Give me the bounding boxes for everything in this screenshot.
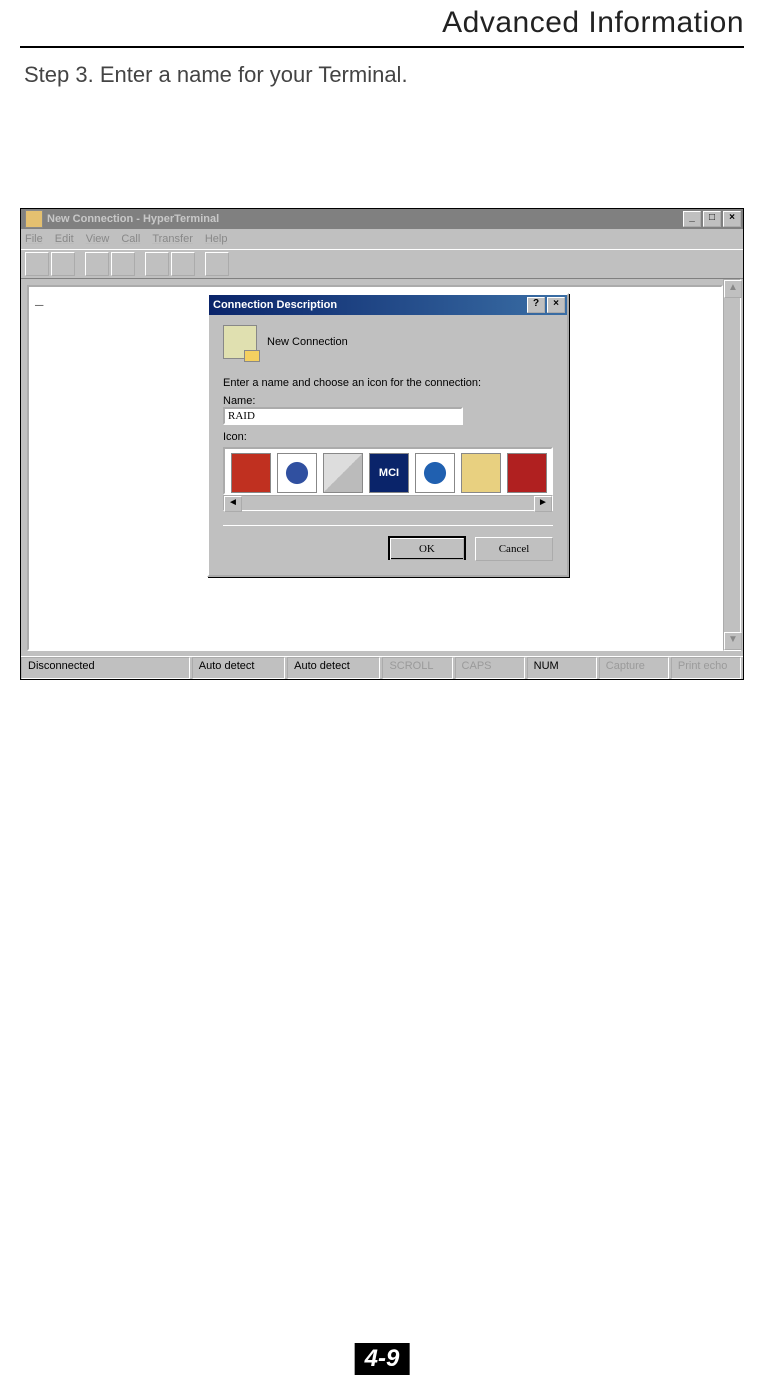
icon-option-phone[interactable]: [231, 453, 271, 493]
status-bar: Disconnected Auto detect Auto detect SCR…: [21, 656, 743, 679]
toolbar-hangup-icon[interactable]: [111, 252, 135, 276]
page-header-title: Advanced Information: [20, 6, 744, 40]
header-rule: [20, 46, 744, 48]
status-scroll: SCROLL: [382, 657, 452, 679]
terminal-cursor: _: [35, 293, 43, 309]
menu-bar: File Edit View Call Transfer Help: [21, 229, 743, 249]
toolbar-receive-icon[interactable]: [171, 252, 195, 276]
scroll-up-icon[interactable]: ▲: [724, 280, 742, 298]
window-titlebar[interactable]: New Connection - HyperTerminal _ □ ×: [21, 209, 743, 229]
status-autodetect-2: Auto detect: [287, 657, 380, 679]
icon-option-sphere[interactable]: [415, 453, 455, 493]
status-num: NUM: [527, 657, 597, 679]
menu-view[interactable]: View: [86, 233, 110, 245]
step-instruction: Step 3. Enter a name for your Terminal.: [24, 62, 744, 88]
toolbar-call-icon[interactable]: [85, 252, 109, 276]
menu-edit[interactable]: Edit: [55, 233, 74, 245]
icon-option-notepad[interactable]: [461, 453, 501, 493]
toolbar-send-icon[interactable]: [145, 252, 169, 276]
scroll-left-icon[interactable]: ◄: [224, 496, 242, 512]
maximize-button[interactable]: □: [703, 211, 721, 227]
toolbar: [21, 249, 743, 279]
connection-icon: [223, 325, 257, 359]
cancel-button[interactable]: Cancel: [475, 537, 553, 561]
dialog-subtitle: New Connection: [267, 336, 348, 348]
connection-description-dialog: Connection Description ? × New Connectio…: [207, 293, 569, 577]
ok-button[interactable]: OK: [388, 536, 466, 560]
window-title: New Connection - HyperTerminal: [47, 213, 683, 225]
dialog-titlebar[interactable]: Connection Description ? ×: [209, 295, 567, 315]
screenshot-hyperterminal: New Connection - HyperTerminal _ □ × Fil…: [20, 208, 744, 680]
icon-scrollbar[interactable]: ◄ ►: [223, 495, 553, 511]
icon-option-mci[interactable]: MCI: [369, 453, 409, 493]
icon-label: Icon:: [223, 431, 553, 443]
dialog-help-button[interactable]: ?: [527, 297, 545, 313]
status-print-echo: Print echo: [671, 657, 741, 679]
name-input[interactable]: [223, 407, 463, 425]
dialog-close-button[interactable]: ×: [547, 297, 565, 313]
vertical-scrollbar[interactable]: ▲ ▼: [723, 279, 741, 651]
menu-file[interactable]: File: [25, 233, 43, 245]
icon-picker[interactable]: MCI: [223, 447, 553, 495]
scroll-down-icon[interactable]: ▼: [724, 632, 742, 650]
scrollbar-track[interactable]: [724, 298, 740, 632]
dialog-title: Connection Description: [213, 295, 527, 315]
app-icon: [25, 210, 43, 228]
minimize-button[interactable]: _: [683, 211, 701, 227]
icon-option-globe[interactable]: [277, 453, 317, 493]
icon-option-handset[interactable]: [507, 453, 547, 493]
toolbar-open-icon[interactable]: [51, 252, 75, 276]
close-button[interactable]: ×: [723, 211, 741, 227]
icon-option-satellite[interactable]: [323, 453, 363, 493]
toolbar-new-icon[interactable]: [25, 252, 49, 276]
menu-help[interactable]: Help: [205, 233, 228, 245]
menu-transfer[interactable]: Transfer: [152, 233, 193, 245]
toolbar-properties-icon[interactable]: [205, 252, 229, 276]
name-label: Name:: [223, 395, 553, 407]
status-connection: Disconnected: [21, 657, 190, 679]
status-capture: Capture: [599, 657, 669, 679]
menu-call[interactable]: Call: [121, 233, 140, 245]
icon-scroll-track[interactable]: [242, 496, 534, 510]
dialog-prompt: Enter a name and choose an icon for the …: [223, 377, 553, 389]
status-caps: CAPS: [455, 657, 525, 679]
page-number: 4-9: [355, 1343, 410, 1375]
scroll-right-icon[interactable]: ►: [534, 496, 552, 512]
status-autodetect-1: Auto detect: [192, 657, 285, 679]
